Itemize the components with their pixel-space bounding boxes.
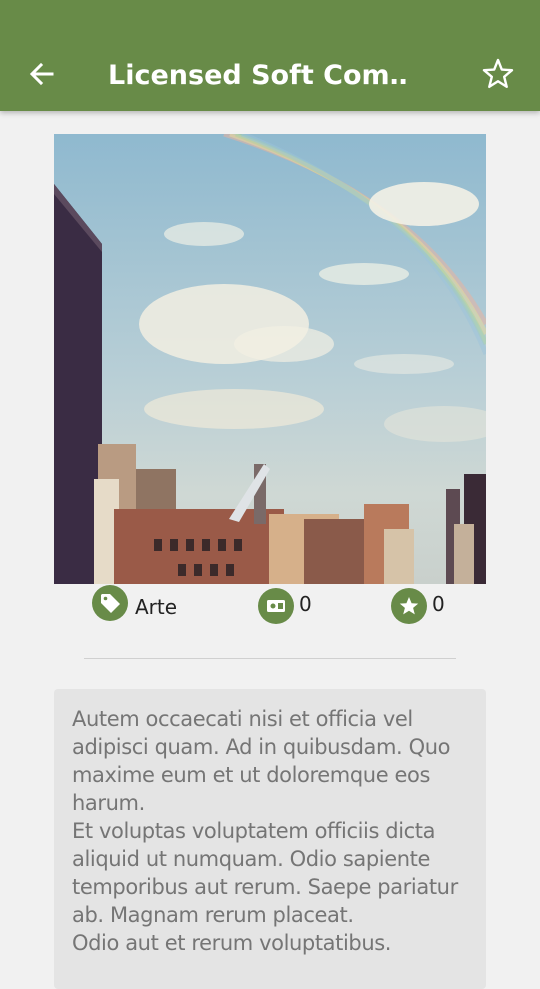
star-icon [391,588,427,624]
arrow-left-icon [29,62,54,86]
city-rainbow-photo [54,134,486,584]
divider [84,658,456,659]
rating-count: 0 [432,592,445,616]
meta-row: Arte 0 0 [0,584,540,634]
tag-icon [92,585,128,621]
description-text: Autem occaecati nisi et officia vel adip… [72,707,458,955]
favorite-button[interactable] [478,54,518,94]
star-outline-icon [482,58,514,88]
back-button[interactable] [22,55,62,95]
page-title: Licensed Soft Com… [108,60,408,91]
category-label: Arte [135,595,178,619]
description-card: Autem occaecati nisi et officia vel adip… [54,689,486,989]
viewer-icon [258,588,294,624]
views-count: 0 [299,592,312,616]
featured-image [54,134,486,584]
app-bar: Licensed Soft Com… [0,0,540,111]
